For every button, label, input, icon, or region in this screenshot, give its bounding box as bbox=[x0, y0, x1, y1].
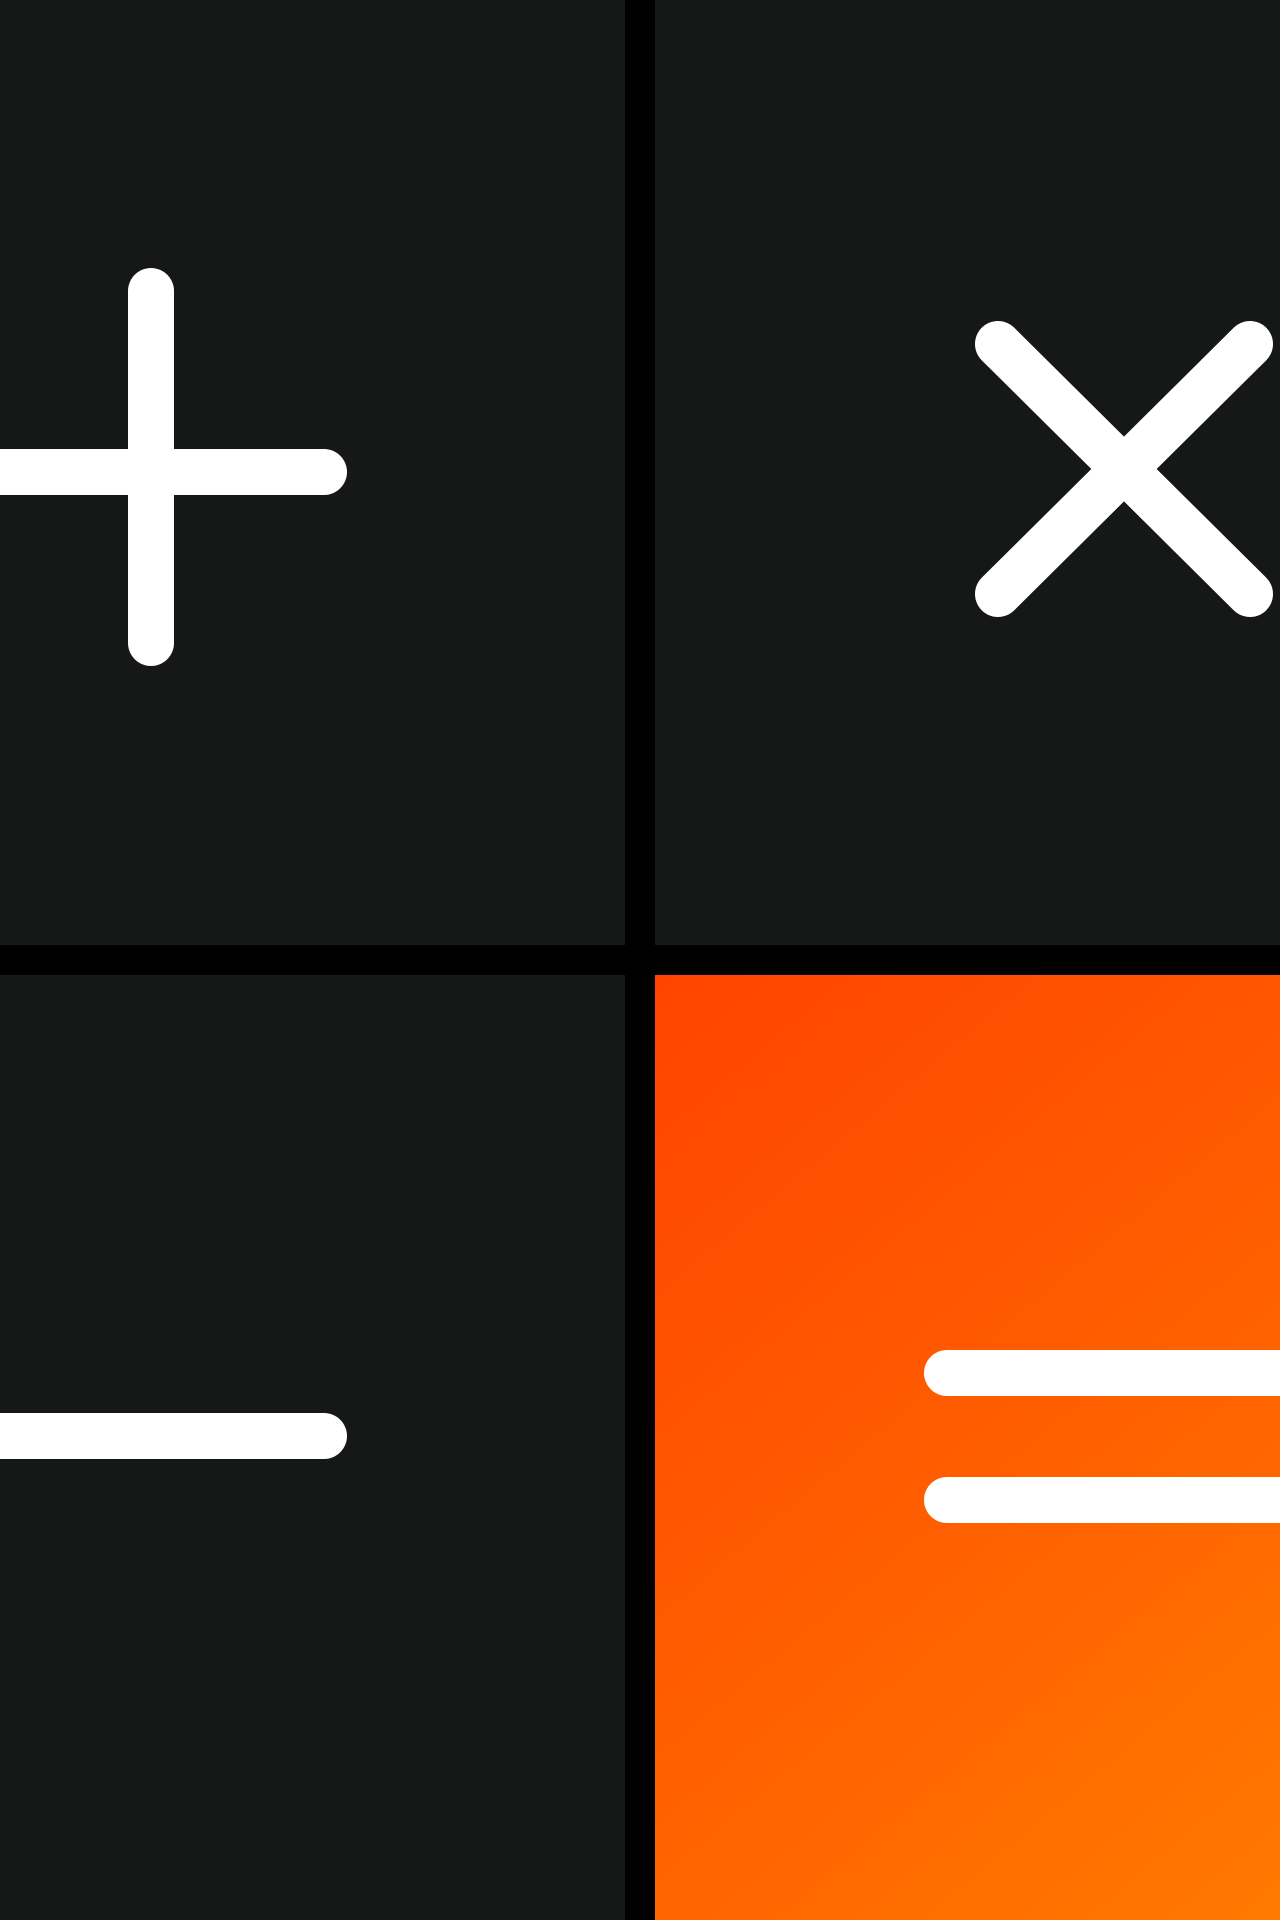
minus-icon bbox=[0, 1413, 347, 1459]
calculator-keypad: + × − = bbox=[0, 0, 1280, 1920]
minus-button[interactable]: − bbox=[0, 975, 625, 1920]
equals-icon bbox=[924, 1350, 1280, 1523]
plus-button[interactable]: + bbox=[0, 0, 625, 945]
multiply-button[interactable]: × bbox=[655, 0, 1280, 945]
plus-icon bbox=[0, 268, 347, 666]
equals-button[interactable]: = bbox=[655, 975, 1280, 1920]
multiply-icon bbox=[975, 321, 1273, 617]
